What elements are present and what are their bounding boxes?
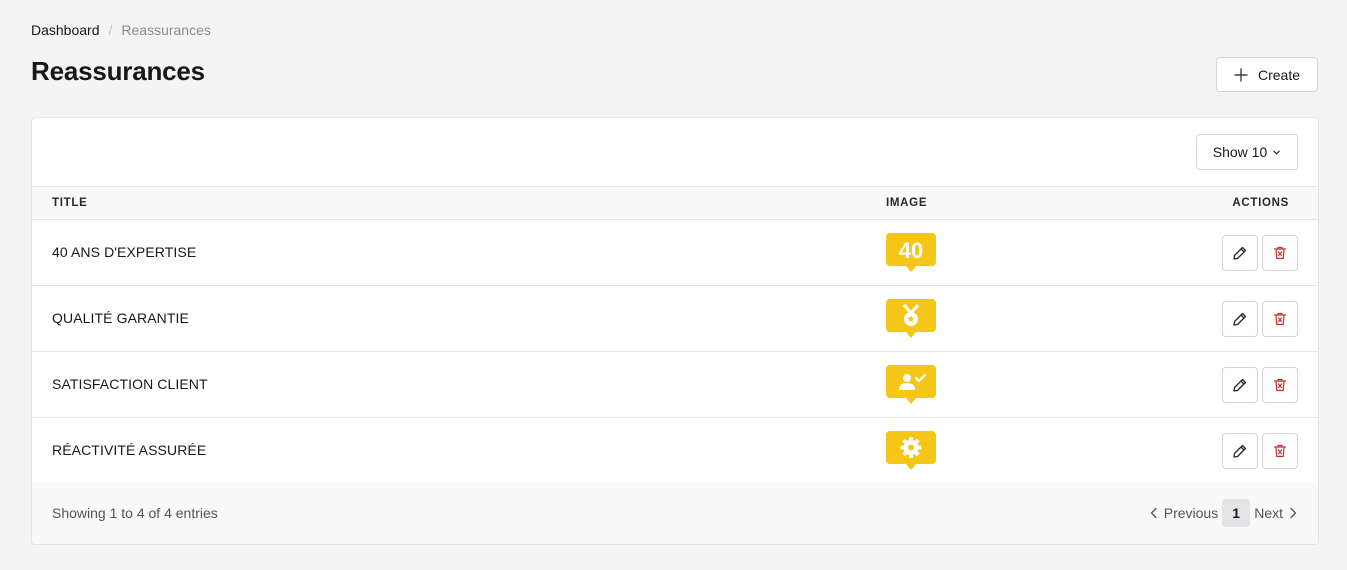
reassurance-image	[886, 431, 936, 471]
column-header-actions: ACTIONS	[1232, 197, 1289, 209]
table-toolbar: Show 10	[32, 118, 1318, 187]
column-header-image: IMAGE	[886, 197, 928, 209]
chevron-right-icon	[1288, 507, 1298, 519]
chevron-down-icon	[1272, 148, 1281, 157]
next-page-label: Next	[1254, 505, 1283, 521]
table-footer: Showing 1 to 4 of 4 entries Previous 1 N…	[32, 483, 1318, 544]
previous-page-button[interactable]: Previous	[1149, 505, 1218, 521]
plus-icon	[1234, 67, 1248, 82]
create-button-label: Create	[1257, 66, 1301, 83]
previous-page-label: Previous	[1163, 505, 1219, 521]
edit-button[interactable]	[1222, 301, 1258, 337]
page-number-button[interactable]: 1	[1222, 499, 1251, 527]
trash-icon	[1272, 377, 1288, 393]
row-actions	[1222, 235, 1298, 271]
breadcrumb-current: Reassurances	[121, 22, 211, 38]
breadcrumb-separator: /	[108, 22, 113, 38]
row-title: RÉACTIVITÉ ASSURÉE	[52, 442, 207, 458]
delete-button[interactable]	[1262, 301, 1298, 337]
trash-icon	[1272, 245, 1288, 261]
gear-icon	[900, 437, 922, 458]
edit-button[interactable]	[1222, 433, 1258, 469]
row-actions	[1222, 367, 1298, 403]
breadcrumb: Dashboard / Reassurances	[31, 22, 211, 38]
column-header-title[interactable]: TITLE	[52, 197, 87, 209]
table-header: TITLE IMAGE ACTIONS	[32, 187, 1318, 220]
table-row: QUALITÉ GARANTIE	[32, 286, 1318, 352]
delete-button[interactable]	[1262, 235, 1298, 271]
badge-number: 40	[899, 238, 923, 263]
pencil-icon	[1232, 377, 1248, 393]
table-row: 40 ANS D'EXPERTISE 40	[32, 220, 1318, 286]
reassurance-image: 40	[886, 233, 936, 273]
table-row: RÉACTIVITÉ ASSURÉE	[32, 418, 1318, 484]
pencil-icon	[1232, 443, 1248, 459]
pencil-icon	[1232, 311, 1248, 327]
delete-button[interactable]	[1262, 433, 1298, 469]
pagination: Previous 1 Next	[1149, 499, 1298, 527]
next-page-button[interactable]: Next	[1254, 505, 1298, 521]
reassurance-image	[886, 299, 936, 339]
row-title: 40 ANS D'EXPERTISE	[52, 244, 197, 260]
show-entries-label: Show 10	[1212, 144, 1268, 160]
chevron-left-icon	[1149, 507, 1159, 519]
show-entries-select[interactable]: Show 10	[1196, 134, 1298, 170]
trash-icon	[1272, 311, 1288, 327]
table-row: SATISFACTION CLIENT	[32, 352, 1318, 418]
row-title: SATISFACTION CLIENT	[52, 376, 208, 392]
breadcrumb-dashboard-link[interactable]: Dashboard	[31, 22, 100, 38]
row-actions	[1222, 301, 1298, 337]
page-title: Reassurances	[31, 56, 205, 86]
trash-icon	[1272, 443, 1288, 459]
reassurances-table-card: Show 10 TITLE IMAGE ACTIONS 40 ANS D'EXP…	[31, 117, 1319, 545]
edit-button[interactable]	[1222, 235, 1258, 271]
edit-button[interactable]	[1222, 367, 1258, 403]
delete-button[interactable]	[1262, 367, 1298, 403]
pencil-icon	[1232, 245, 1248, 261]
row-title: QUALITÉ GARANTIE	[52, 310, 189, 326]
row-actions	[1222, 433, 1298, 469]
entries-summary: Showing 1 to 4 of 4 entries	[52, 505, 218, 521]
create-button[interactable]: Create	[1216, 57, 1318, 92]
reassurance-image	[886, 365, 936, 405]
